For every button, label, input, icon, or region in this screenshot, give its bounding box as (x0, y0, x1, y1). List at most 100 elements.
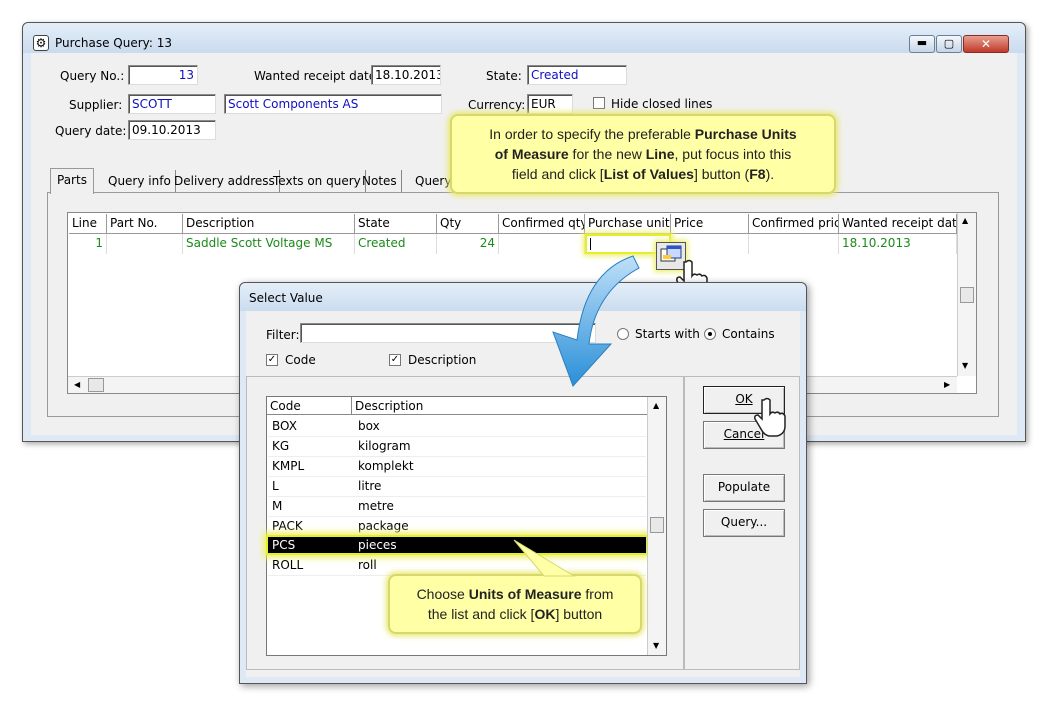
wanted-date-label: Wanted receipt date: (254, 69, 381, 83)
item-description: litre (358, 479, 382, 493)
description-check-label: Description (408, 353, 477, 367)
col-header-price[interactable]: Price (671, 214, 749, 234)
minimize-button[interactable]: ▬ (909, 35, 935, 53)
scroll-down-arrow-icon[interactable]: ▼ (962, 361, 968, 370)
item-code: L (272, 479, 279, 493)
code-checkbox[interactable]: ✓ (266, 354, 278, 366)
list-item[interactable]: Llitre (268, 476, 646, 497)
cell-wanted-date[interactable]: 18.10.2013 (839, 234, 957, 254)
supplier-label: Supplier: (69, 98, 123, 112)
callout-pointer (513, 539, 576, 577)
col-header-state[interactable]: State (355, 214, 437, 234)
list-header-code[interactable]: Code (267, 397, 352, 415)
tab-query[interactable]: Query (411, 170, 455, 192)
list-header-description[interactable]: Description (352, 397, 647, 415)
hide-closed-label: Hide closed lines (611, 97, 713, 111)
item-description: pieces (358, 538, 397, 552)
list-item[interactable]: Mmetre (268, 496, 646, 517)
callout-bottom: Choose Units of Measure from the list an… (388, 574, 642, 634)
scroll-thumb[interactable] (960, 287, 974, 303)
text-cursor (590, 238, 591, 250)
wanted-date-field[interactable]: 18.10.2013 (371, 65, 441, 85)
list-scroll-down-icon[interactable]: ▼ (653, 641, 659, 650)
grid-vertical-scrollbar[interactable]: ▲ ▼ (957, 213, 976, 376)
supplier-name-field: Scott Components AS (224, 94, 442, 114)
item-code: KG (272, 439, 290, 453)
cell-part-no[interactable] (107, 234, 183, 254)
dialog-title: Select Value (249, 291, 323, 305)
scroll-right-arrow-icon[interactable]: ▶ (944, 380, 950, 389)
cell-line[interactable]: 1 (69, 234, 107, 254)
tab-notes[interactable]: Notes (358, 170, 402, 192)
list-scroll-thumb[interactable] (650, 517, 664, 533)
item-description: box (358, 419, 380, 433)
window-title-bar[interactable]: ⚙ Purchase Query: 13 ▬ ▢ ✕ (23, 23, 1025, 53)
col-header-line[interactable]: Line (69, 214, 107, 234)
callout-bottom-line1: Choose Units of Measure from (416, 586, 614, 602)
close-button[interactable]: ✕ (963, 35, 1009, 53)
cell-confirmed-price[interactable] (749, 234, 839, 254)
item-code: KMPL (272, 459, 305, 473)
query-date-field[interactable]: 09.10.2013 (128, 120, 216, 140)
tab-delivery-address[interactable]: Delivery address (170, 170, 280, 192)
cell-qty[interactable]: 24 (437, 234, 499, 254)
currency-field[interactable]: EUR (527, 94, 573, 114)
state-field: Created (527, 65, 627, 85)
list-item[interactable]: ROLL roll (268, 555, 646, 576)
tab-query-info[interactable]: Query info (104, 170, 176, 192)
list-item[interactable]: KMPL komplekt (268, 456, 646, 477)
scroll-left-arrow-icon[interactable]: ◀ (74, 380, 80, 389)
item-description: kilogram (358, 439, 411, 453)
hand-cursor-ok-icon (754, 397, 786, 437)
list-item-selected[interactable]: PCS pieces (266, 535, 648, 555)
item-description: roll (358, 558, 377, 572)
list-item[interactable]: BOX box (268, 416, 646, 437)
item-code: PACK (272, 519, 303, 533)
cell-description[interactable]: Saddle Scott Voltage MS (183, 234, 355, 254)
col-header-confirmed-qty[interactable]: Confirmed qty (499, 214, 585, 234)
state-label: State: (486, 69, 522, 83)
supplier-code-field[interactable]: SCOTT (128, 94, 216, 114)
query-no-label: Query No.: (60, 69, 125, 83)
query-no-field[interactable]: 13 (128, 65, 198, 85)
list-item[interactable]: PACK package (268, 516, 646, 537)
item-description: metre (358, 499, 394, 513)
populate-button[interactable]: Populate (703, 474, 785, 502)
callout-top-line2: of Measure for the new Line, put focus i… (494, 146, 792, 162)
code-check-label: Code (285, 353, 316, 367)
callout-bottom-line2: the list and click [OK] button (427, 606, 603, 622)
callout-top-line1: In order to specify the preferable Purch… (489, 126, 797, 142)
col-header-purchase-unit[interactable]: Purchase unit (585, 214, 671, 234)
callout-top-line3: field and click [List of Values] button … (511, 166, 775, 182)
query-button[interactable]: Query... (703, 509, 785, 537)
item-code: PCS (272, 538, 296, 552)
col-header-description[interactable]: Description (183, 214, 355, 234)
scroll-up-arrow-icon[interactable]: ▲ (962, 216, 968, 225)
filter-label: Filter: (266, 328, 300, 342)
curved-arrow-icon (552, 255, 640, 387)
contains-radio[interactable] (704, 328, 716, 340)
item-code: BOX (272, 419, 297, 433)
list-scroll-up-icon[interactable]: ▲ (653, 401, 659, 410)
list-vertical-scrollbar[interactable]: ▲ ▼ (647, 397, 666, 655)
col-header-confirmed-price[interactable]: Confirmed price (749, 214, 839, 234)
col-header-wanted-date[interactable]: Wanted receipt date (839, 214, 957, 234)
query-date-label: Query date: (55, 124, 127, 138)
maximize-button[interactable]: ▢ (936, 35, 962, 53)
tab-texts-on-query[interactable]: Texts on query (269, 170, 366, 192)
col-header-qty[interactable]: Qty (437, 214, 499, 234)
app-icon: ⚙ (33, 35, 49, 51)
callout-top: In order to specify the preferable Purch… (450, 114, 836, 194)
hide-closed-checkbox[interactable] (593, 97, 605, 109)
list-item[interactable]: KG kilogram (268, 436, 646, 457)
contains-label: Contains (722, 327, 775, 341)
description-checkbox[interactable]: ✓ (389, 354, 401, 366)
tab-parts[interactable]: Parts (50, 168, 94, 194)
item-code: M (272, 499, 283, 513)
h-scroll-thumb[interactable] (88, 378, 104, 392)
cell-confirmed-qty[interactable] (499, 234, 585, 254)
item-description: komplekt (358, 459, 414, 473)
cell-state[interactable]: Created (355, 234, 437, 254)
col-header-part-no[interactable]: Part No. (107, 214, 183, 234)
item-description: package (358, 519, 409, 533)
